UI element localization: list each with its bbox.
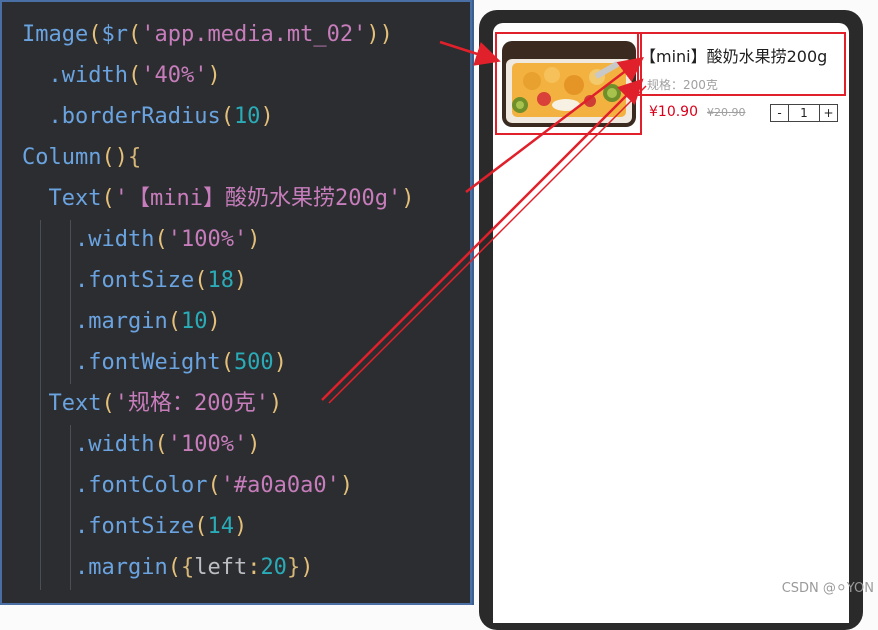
arrow-spec	[321, 78, 644, 401]
arrow-title	[465, 56, 644, 193]
watermark: CSDN @⚪YON	[781, 581, 874, 596]
annotation-arrows	[321, 40, 647, 404]
arrow-image	[439, 40, 501, 66]
arrow-spec-shadow	[328, 85, 647, 404]
